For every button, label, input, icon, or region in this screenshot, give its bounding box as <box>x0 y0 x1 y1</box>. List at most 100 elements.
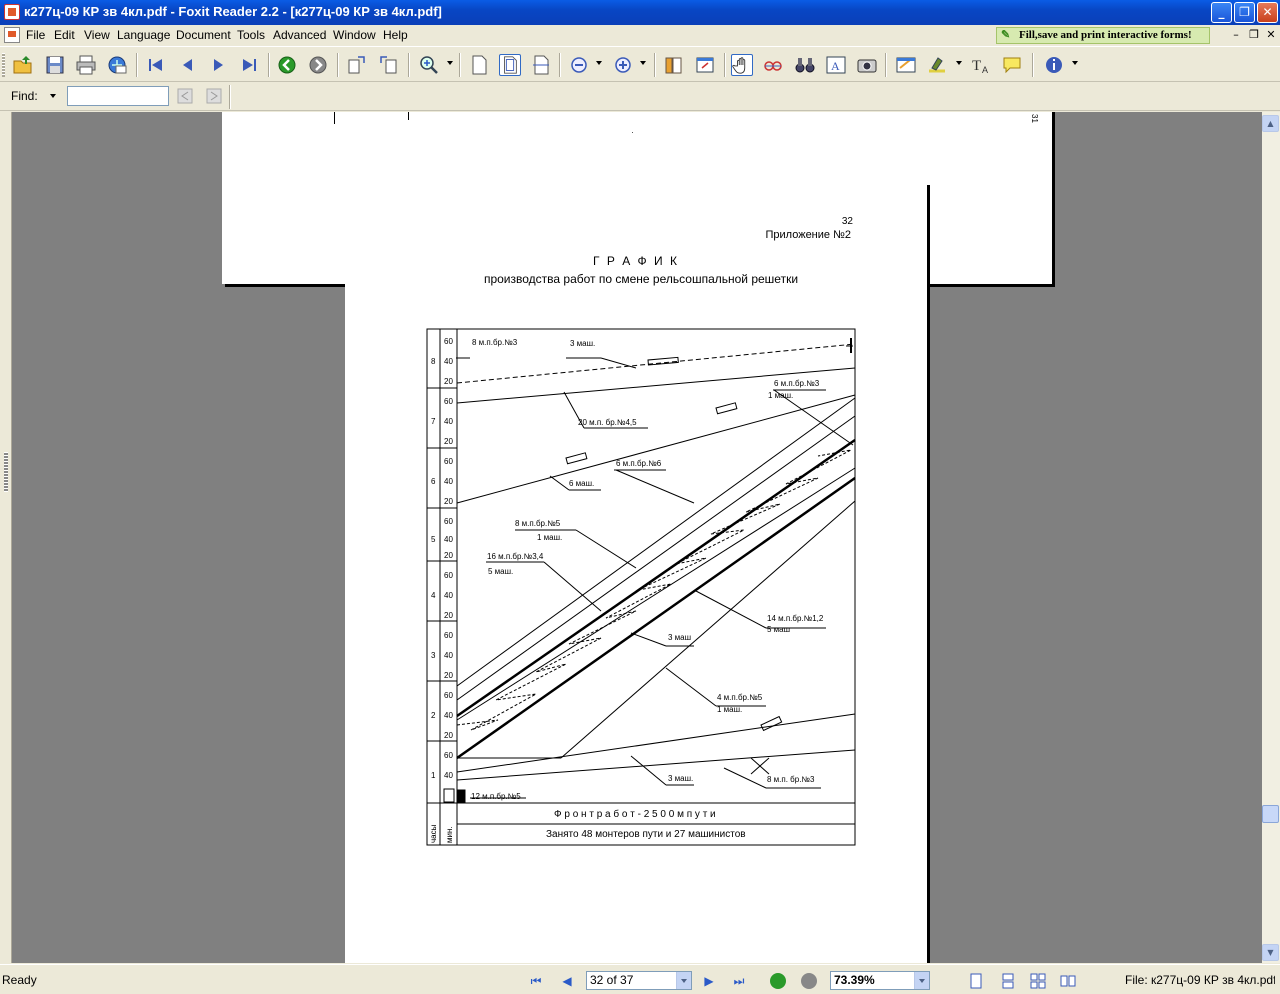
fill-forms-promo[interactable]: ✎ Fill,save and print interactive forms! <box>996 27 1210 44</box>
find-toolbar: Find: <box>0 83 1280 111</box>
toolbar-separator <box>559 53 561 77</box>
go-back-icon[interactable] <box>276 54 298 76</box>
menu-tools[interactable]: Tools <box>237 28 265 42</box>
toolbar-grip[interactable] <box>2 53 5 77</box>
hour-label: 4 <box>431 591 436 600</box>
next-page-icon[interactable] <box>207 54 229 76</box>
print-icon[interactable] <box>75 54 97 76</box>
doc-close-button[interactable]: ✕ <box>1264 28 1278 42</box>
previous-page-icon[interactable] <box>177 54 199 76</box>
minute-tick: 40 <box>444 651 453 660</box>
menu-edit[interactable]: Edit <box>54 28 75 42</box>
svg-text:T: T <box>972 58 981 74</box>
zoom-out-dropdown-arrow[interactable] <box>596 61 602 65</box>
nav-back-icon[interactable] <box>770 973 786 989</box>
minute-tick: 20 <box>444 437 453 446</box>
fit-page-icon[interactable] <box>499 54 521 76</box>
info-icon[interactable] <box>1043 54 1065 76</box>
highlight-icon[interactable] <box>926 54 948 76</box>
find-next-icon[interactable] <box>205 87 223 105</box>
snapshot-icon[interactable] <box>856 54 878 76</box>
rotate-right-icon[interactable] <box>377 54 399 76</box>
bookmarks-icon[interactable] <box>663 54 685 76</box>
promo-text: Fill,save and print interactive forms! <box>1019 29 1192 41</box>
work-schedule-chart: 8 7 6 5 4 3 2 1 60 40 20 60 40 20 60 40 <box>426 328 856 846</box>
menu-view[interactable]: View <box>84 28 110 42</box>
facing-icon[interactable] <box>1030 973 1046 989</box>
single-page-icon[interactable] <box>968 973 984 989</box>
panel-grip[interactable] <box>4 452 8 492</box>
continuous-facing-icon[interactable] <box>1060 973 1076 989</box>
doc-restore-button[interactable]: ❐ <box>1247 28 1261 42</box>
restore-button[interactable]: ❐ <box>1234 2 1255 23</box>
close-button[interactable]: ✕ <box>1257 2 1278 23</box>
svg-text:A: A <box>982 65 988 75</box>
highlight-dropdown-arrow[interactable] <box>956 61 962 65</box>
page-combo-dropdown-icon[interactable] <box>676 972 691 989</box>
toolbar-separator <box>136 53 138 77</box>
find-input[interactable] <box>67 86 169 106</box>
document-viewport[interactable]: 31 32 Приложение №2 Г Р А Ф И К производ… <box>0 112 1262 963</box>
left-panel-collapsed[interactable] <box>0 112 12 963</box>
zoom-combo[interactable]: 73.39% <box>830 971 930 990</box>
scroll-up-arrow-icon[interactable]: ▲ <box>1262 115 1279 132</box>
zoom-in-icon[interactable] <box>418 54 440 76</box>
diagonal-4 <box>560 500 856 759</box>
find-options-dropdown[interactable] <box>50 94 56 98</box>
zoom-plus-dropdown-arrow[interactable] <box>640 61 646 65</box>
nav-forward-icon[interactable] <box>801 973 817 989</box>
actual-size-icon[interactable] <box>468 54 490 76</box>
page-number-combo[interactable]: 32 of 37 <box>586 971 692 990</box>
comment-icon[interactable] <box>1001 54 1023 76</box>
typewriter-icon[interactable]: A <box>825 54 847 76</box>
thumbnails-icon[interactable] <box>694 54 716 76</box>
annotation: 6 м.п.бр.№6 <box>616 459 662 468</box>
scrollbar-thumb[interactable] <box>1262 805 1279 823</box>
annotation: 16 м.п.бр.№3,4 <box>487 552 544 561</box>
doc-minimize-button[interactable]: – <box>1229 28 1243 42</box>
prev-page-nav-icon[interactable]: ◀ <box>559 973 575 989</box>
hatch-cell <box>443 788 455 803</box>
menu-advanced[interactable]: Advanced <box>273 28 326 42</box>
last-page-icon[interactable] <box>238 54 260 76</box>
text-tool-icon[interactable]: TA <box>970 54 992 76</box>
zoom-out-icon[interactable] <box>568 54 590 76</box>
page-number: 32 <box>841 216 853 227</box>
select-text-icon[interactable] <box>762 54 784 76</box>
menu-document[interactable]: Document <box>176 28 231 42</box>
open-icon[interactable] <box>12 54 34 76</box>
last-page-nav-icon[interactable]: ⏭ <box>731 973 747 989</box>
document-icon[interactable] <box>4 27 20 43</box>
fit-width-icon[interactable] <box>530 54 552 76</box>
staff-text: Занято 48 монтеров пути и 27 машинистов <box>546 829 746 840</box>
foxit-app-icon[interactable] <box>4 4 20 20</box>
note-icon[interactable] <box>895 54 917 76</box>
zoom-plus-icon[interactable] <box>612 54 634 76</box>
next-page-nav-icon[interactable]: ▶ <box>701 973 717 989</box>
zoom-combo-dropdown-icon[interactable] <box>914 972 929 989</box>
search-binoculars-icon[interactable] <box>794 54 816 76</box>
vertical-scrollbar[interactable]: ▲ ▼ <box>1262 112 1280 963</box>
minute-tick: 20 <box>444 731 453 740</box>
front-of-works-text: Ф р о н т р а б о т - 2 5 0 0 м п у т и <box>554 808 716 820</box>
zoom-dropdown-arrow[interactable] <box>447 61 453 65</box>
email-icon[interactable] <box>106 54 128 76</box>
continuous-icon[interactable] <box>1000 973 1016 989</box>
minute-tick: 40 <box>444 591 453 600</box>
menu-window[interactable]: Window <box>333 28 376 42</box>
first-page-icon[interactable] <box>145 54 167 76</box>
menu-help[interactable]: Help <box>383 28 408 42</box>
toolbar-separator <box>408 53 410 77</box>
minimize-button[interactable]: _ <box>1211 2 1232 23</box>
save-icon[interactable] <box>44 54 66 76</box>
find-previous-icon[interactable] <box>176 87 194 105</box>
info-dropdown-arrow[interactable] <box>1072 61 1078 65</box>
go-forward-icon[interactable] <box>307 54 329 76</box>
first-page-nav-icon[interactable]: ⏮ <box>528 973 544 989</box>
scroll-down-arrow-icon[interactable]: ▼ <box>1262 944 1279 961</box>
menu-file[interactable]: File <box>26 28 45 42</box>
menu-language[interactable]: Language <box>117 28 170 42</box>
hand-tool-icon[interactable] <box>731 54 753 76</box>
rotate-left-icon[interactable] <box>346 54 368 76</box>
annotation: 12 м.п.бр.№5 <box>471 792 521 801</box>
